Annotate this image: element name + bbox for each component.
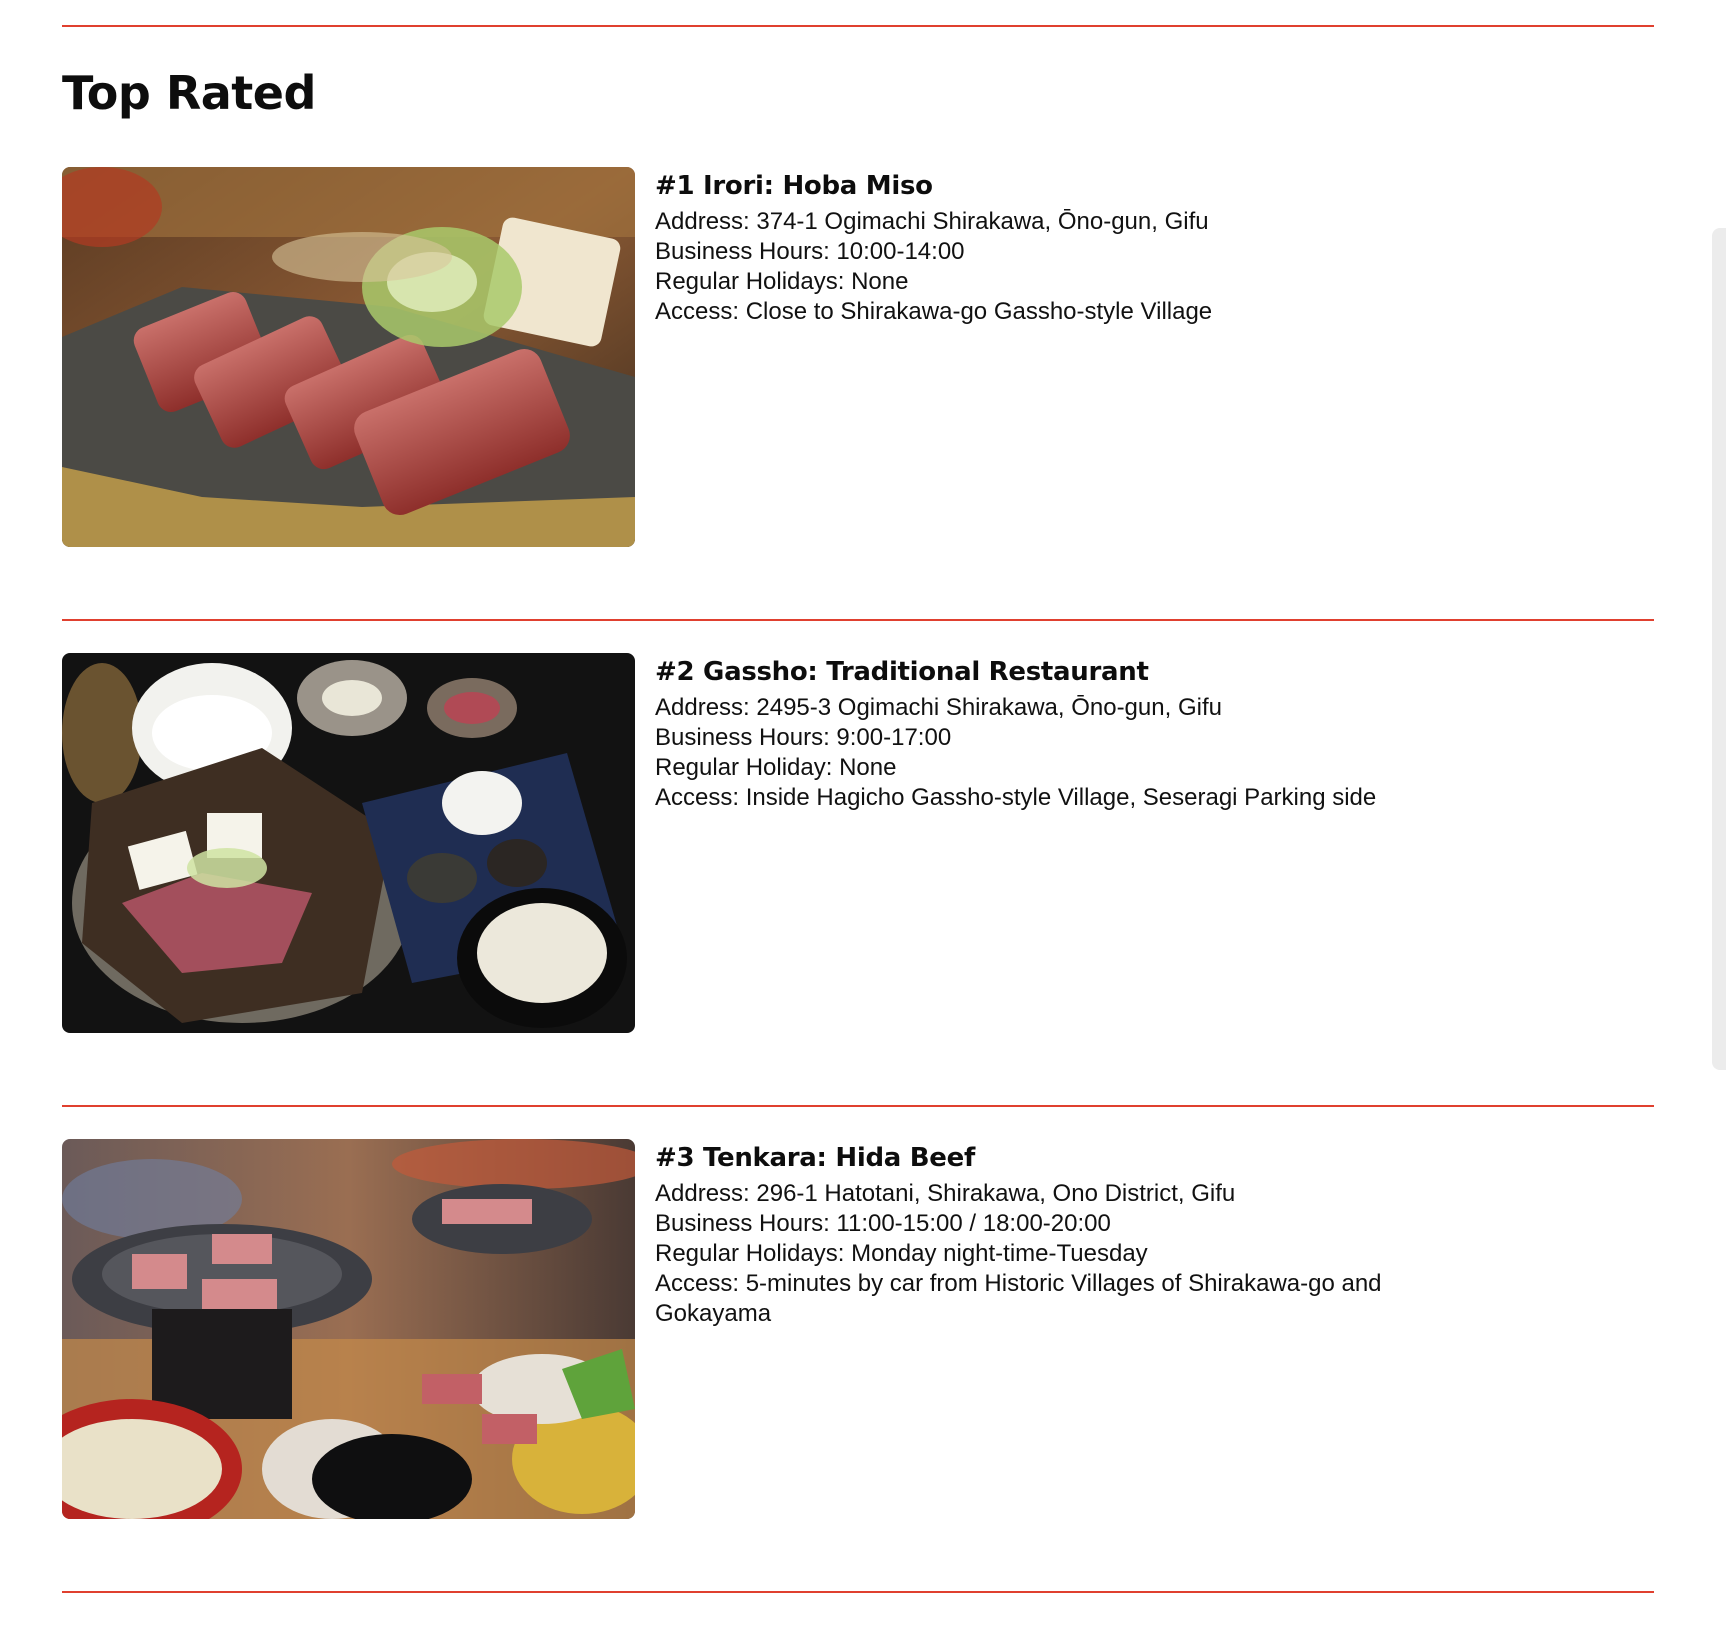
divider-top [62, 25, 1654, 27]
scrollbar[interactable] [1712, 228, 1726, 1070]
restaurant-info-3: #3 Tenkara: Hida Beef Address: 296-1 Hat… [655, 1139, 1435, 1329]
restaurant-hours-1: Business Hours: 10:00-14:00 [655, 238, 965, 265]
restaurant-hours-2: Business Hours: 9:00-17:00 [655, 724, 952, 751]
restaurant-holidays-2: Regular Holiday: None [655, 754, 897, 781]
restaurant-access-1: Access: Close to Shirakawa-go Gassho-sty… [655, 298, 1213, 325]
divider-1 [62, 619, 1654, 621]
divider-bottom [62, 1591, 1654, 1593]
restaurant-heading-3[interactable]: #3 Tenkara: Hida Beef [655, 1139, 1435, 1177]
restaurant-hours-3: Business Hours: 11:00-15:00 / 18:00-20:0… [655, 1210, 1111, 1237]
section-title: Top Rated [62, 66, 316, 120]
restaurant-address-1: Address: 374-1 Ogimachi Shirakawa, Ōno-g… [655, 208, 1209, 235]
restaurant-info-2: #2 Gassho: Traditional Restaurant Addres… [655, 653, 1435, 813]
restaurant-holidays-3: Regular Holidays: Monday night-time-Tues… [655, 1240, 1148, 1267]
restaurant-address-3: Address: 296-1 Hatotani, Shirakawa, Ono … [655, 1180, 1236, 1207]
restaurant-photo-3[interactable] [62, 1139, 635, 1519]
restaurant-holidays-1: Regular Holidays: None [655, 268, 909, 295]
restaurant-entry-3: #3 Tenkara: Hida Beef Address: 296-1 Hat… [62, 1139, 1654, 1519]
restaurant-entry-1: #1 Irori: Hoba Miso Address: 374-1 Ogima… [62, 167, 1654, 547]
restaurant-access-2: Access: Inside Hagicho Gassho-style Vill… [655, 784, 1377, 811]
restaurant-photo-2[interactable] [62, 653, 635, 1033]
restaurant-info-1: #1 Irori: Hoba Miso Address: 374-1 Ogima… [655, 167, 1435, 327]
restaurant-address-2: Address: 2495-3 Ogimachi Shirakawa, Ōno-… [655, 694, 1222, 721]
restaurant-photo-1[interactable] [62, 167, 635, 547]
divider-2 [62, 1105, 1654, 1107]
restaurant-entry-2: #2 Gassho: Traditional Restaurant Addres… [62, 653, 1654, 1033]
restaurant-access-3: Access: 5-minutes by car from Historic V… [655, 1270, 1382, 1327]
restaurant-heading-1[interactable]: #1 Irori: Hoba Miso [655, 167, 1435, 205]
top-rated-page: Top Rated #1 Irori: Hoba Miso Address: 3… [0, 0, 1726, 1628]
restaurant-heading-2[interactable]: #2 Gassho: Traditional Restaurant [655, 653, 1435, 691]
